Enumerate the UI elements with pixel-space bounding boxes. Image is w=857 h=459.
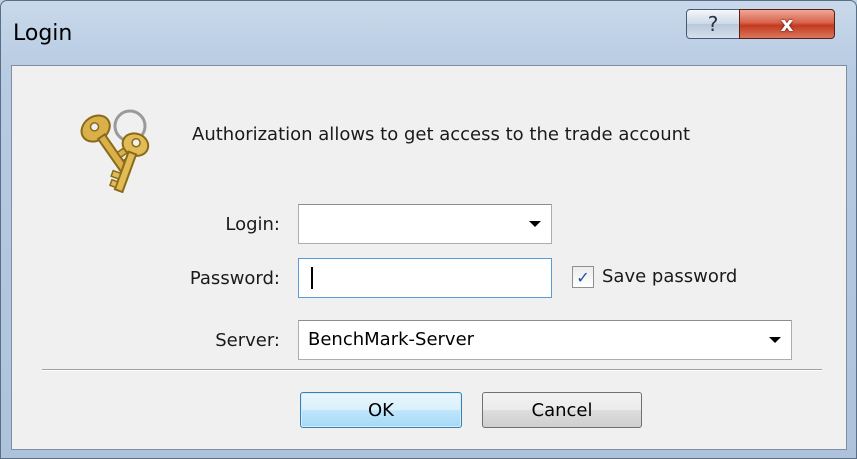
- separator: [42, 369, 822, 371]
- window-title: Login: [13, 21, 73, 46]
- chevron-down-icon[interactable]: [769, 337, 781, 343]
- save-password-checkbox[interactable]: ✓: [572, 266, 594, 288]
- save-password-label[interactable]: Save password: [602, 266, 737, 287]
- close-icon: x: [780, 12, 794, 36]
- cancel-button-label: Cancel: [531, 399, 593, 421]
- title-bar[interactable]: Login ? x: [1, 1, 856, 65]
- help-button[interactable]: ?: [686, 9, 740, 39]
- chevron-down-icon[interactable]: [529, 221, 541, 227]
- server-dropdown[interactable]: BenchMark-Server: [298, 320, 792, 360]
- server-label: Server:: [215, 330, 280, 351]
- login-dialog: Login ? x Authorization allows to get ac…: [0, 0, 857, 459]
- checkmark-icon: ✓: [576, 267, 590, 287]
- keys-icon: [80, 109, 150, 194]
- login-label: Login:: [225, 214, 280, 235]
- close-button[interactable]: x: [739, 9, 835, 39]
- ok-button-label: OK: [368, 399, 394, 421]
- authorization-message: Authorization allows to get access to th…: [192, 124, 691, 145]
- text-caret: [311, 267, 313, 289]
- cancel-button[interactable]: Cancel: [482, 392, 642, 428]
- password-label: Password:: [189, 268, 280, 289]
- ok-button[interactable]: OK: [300, 392, 462, 428]
- help-icon: ?: [707, 12, 719, 36]
- dialog-body: Authorization allows to get access to th…: [11, 65, 847, 450]
- password-field[interactable]: [298, 258, 552, 298]
- login-dropdown[interactable]: [298, 204, 552, 244]
- server-value: BenchMark-Server: [308, 329, 475, 350]
